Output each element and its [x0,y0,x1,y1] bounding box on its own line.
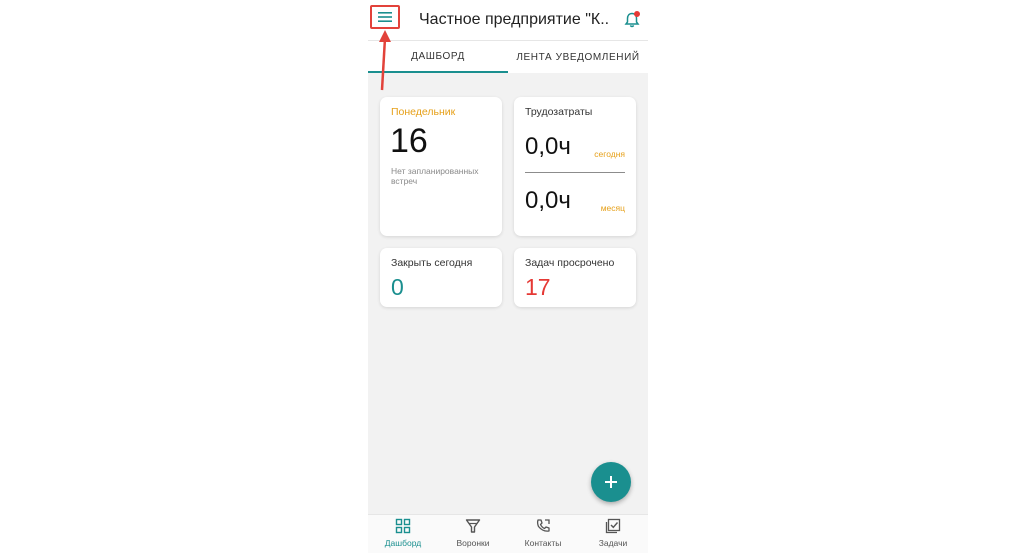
nav-funnels-label: Воронки [456,538,490,548]
app-header: Частное предприятие "К... [368,0,648,40]
labor-title: Трудозатраты [525,106,593,118]
tab-bar: ДАШБОРД ЛЕНТА УВЕДОМЛЕНИЙ [368,40,648,73]
bottom-navigation: Дашборд Воронки Контакты Задачи [368,514,648,553]
divider [525,172,625,173]
nav-funnels[interactable]: Воронки [438,518,508,553]
nav-contacts-label: Контакты [524,538,562,548]
nav-tasks[interactable]: Задачи [578,518,648,553]
tab-notifications-feed[interactable]: ЛЕНТА УВЕДОМЛЕНИЙ [508,41,648,73]
weekday-label: Понедельник [391,106,456,118]
hours-today-value: 0,0ч [525,133,571,160]
plus-icon [605,476,617,488]
nav-contacts[interactable]: Контакты [508,518,578,553]
nav-tasks-label: Задачи [598,538,628,548]
hours-today-caption: сегодня [594,149,625,159]
phone-contacts-icon [536,519,550,532]
hours-month-value: 0,0ч [525,187,571,214]
funnel-icon [465,519,481,533]
overdue-title: Задач просрочено [525,257,615,269]
date-number: 16 [390,122,428,160]
overdue-tasks-card[interactable]: Задач просрочено 17 [514,248,636,307]
notification-dot [634,11,640,17]
hours-month-caption: месяц [600,203,625,213]
menu-button[interactable] [370,5,400,29]
checkbox-tasks-icon [605,518,621,534]
add-button[interactable] [591,462,631,502]
overdue-count: 17 [525,274,551,300]
close-today-card[interactable]: Закрыть сегодня 0 [380,248,502,307]
today-card[interactable]: Понедельник 16 Нет запланированных встре… [380,97,502,236]
hamburger-menu-icon [378,12,392,22]
labor-costs-card[interactable]: Трудозатраты 0,0ч сегодня 0,0ч месяц [514,97,636,236]
nav-dashboard[interactable]: Дашборд [368,518,438,553]
close-today-count: 0 [391,274,404,300]
mobile-app-screen: Частное предприятие "К... ДАШБОРД ЛЕНТА … [368,0,648,553]
tab-dashboard[interactable]: ДАШБОРД [368,41,508,73]
company-title: Частное предприятие "К... [419,11,609,28]
close-today-title: Закрыть сегодня [391,257,473,269]
no-meetings-note: Нет запланированных встреч [391,166,479,186]
nav-dashboard-label: Дашборд [384,538,422,548]
grid-icon [395,518,411,534]
